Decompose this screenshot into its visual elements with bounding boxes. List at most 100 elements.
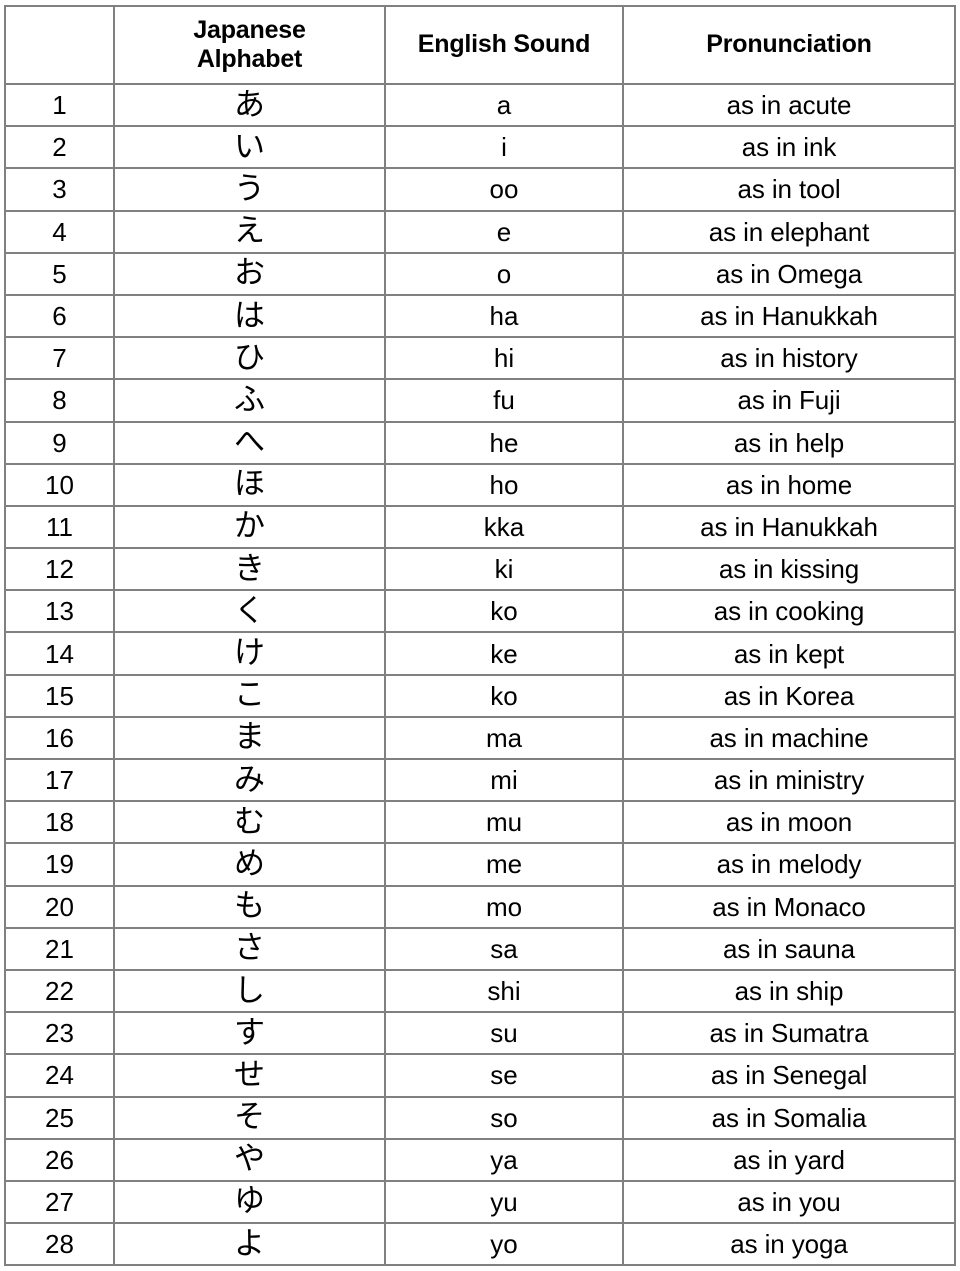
cell-index: 22 (4, 968, 115, 1014)
cell-kana: お (113, 251, 386, 296)
cell-pron: as in Hanukkah (622, 504, 956, 550)
cell-pron: as in cooking (622, 589, 956, 634)
cell-kana: く (113, 589, 386, 634)
cell-pron: as in kissing (622, 547, 956, 592)
cell-index: 1 (4, 82, 115, 128)
cell-pron: as in Fuji (622, 378, 956, 423)
cell-sound: ha (384, 293, 624, 339)
cell-sound: ke (384, 631, 624, 676)
cell-index: 19 (4, 842, 115, 887)
table-row: 15 こ ko as in Korea (4, 673, 956, 718)
cell-pron: as in ship (622, 968, 956, 1014)
table-header: Japanese Alphabet English Sound Pronunci… (4, 5, 956, 85)
cell-pron: as in Hanukkah (622, 293, 956, 339)
cell-index: 2 (4, 125, 115, 170)
cell-index: 12 (4, 547, 115, 592)
cell-kana: え (113, 209, 386, 254)
cell-sound: he (384, 420, 624, 465)
cell-kana: せ (113, 1053, 386, 1098)
cell-kana: き (113, 547, 386, 592)
cell-index: 3 (4, 167, 115, 212)
cell-pron: as in elephant (622, 209, 956, 254)
cell-pron: as in ministry (622, 757, 956, 803)
cell-sound: ko (384, 589, 624, 634)
cell-sound: su (384, 1011, 624, 1056)
cell-sound: ho (384, 462, 624, 507)
cell-pron: as in Somalia (622, 1095, 956, 1140)
cell-index: 13 (4, 589, 115, 634)
cell-pron: as in tool (622, 167, 956, 212)
table-row: 14 け ke as in kept (4, 631, 956, 676)
table-row: 21 さ sa as in sauna (4, 926, 956, 971)
table-row: 17 み mi as in ministry (4, 757, 956, 803)
cell-index: 16 (4, 715, 115, 761)
cell-pron: as in Senegal (622, 1053, 956, 1098)
cell-kana: み (113, 757, 386, 803)
cell-index: 6 (4, 293, 115, 339)
cell-index: 27 (4, 1179, 115, 1225)
cell-kana: ひ (113, 336, 386, 381)
cell-pron: as in sauna (622, 926, 956, 971)
cell-index: 9 (4, 420, 115, 465)
cell-sound: fu (384, 378, 624, 423)
cell-sound: shi (384, 968, 624, 1014)
cell-index: 26 (4, 1137, 115, 1182)
cell-pron: as in acute (622, 82, 956, 128)
cell-kana: し (113, 968, 386, 1014)
cell-index: 11 (4, 504, 115, 550)
table-row: 13 く ko as in cooking (4, 589, 956, 634)
cell-kana: め (113, 842, 386, 887)
cell-index: 10 (4, 462, 115, 507)
cell-kana: む (113, 800, 386, 845)
cell-index: 28 (4, 1222, 115, 1267)
table-row: 9 へ he as in help (4, 420, 956, 465)
cell-kana: さ (113, 926, 386, 971)
column-header-japanese-alphabet-line2: Alphabet (196, 45, 303, 73)
cell-sound: mi (384, 757, 624, 803)
cell-sound: ya (384, 1137, 624, 1182)
column-header-japanese-alphabet: Japanese Alphabet (113, 5, 386, 85)
cell-sound: se (384, 1053, 624, 1098)
cell-kana: ほ (113, 462, 386, 507)
cell-sound: oo (384, 167, 624, 212)
table-row: 19 め me as in melody (4, 842, 956, 887)
cell-pron: as in help (622, 420, 956, 465)
cell-kana: ふ (113, 378, 386, 423)
table-row: 24 せ se as in Senegal (4, 1053, 956, 1098)
cell-index: 5 (4, 251, 115, 296)
cell-index: 7 (4, 336, 115, 381)
cell-sound: ko (384, 673, 624, 718)
cell-pron: as in Korea (622, 673, 956, 718)
column-header-japanese-alphabet-line1: Japanese (193, 15, 306, 44)
cell-index: 15 (4, 673, 115, 718)
cell-kana: こ (113, 673, 386, 718)
cell-kana: い (113, 125, 386, 170)
cell-pron: as in kept (622, 631, 956, 676)
cell-index: 14 (4, 631, 115, 676)
table-row: 5 お o as in Omega (4, 251, 956, 296)
cell-kana: へ (113, 420, 386, 465)
japanese-alphabet-table: Japanese Alphabet English Sound Pronunci… (4, 5, 956, 1267)
table-row: 8 ふ fu as in Fuji (4, 378, 956, 423)
cell-sound: mu (384, 800, 624, 845)
cell-index: 4 (4, 209, 115, 254)
cell-kana: や (113, 1137, 386, 1182)
cell-pron: as in machine (622, 715, 956, 761)
cell-sound: mo (384, 884, 624, 929)
cell-sound: e (384, 209, 624, 254)
cell-sound: ki (384, 547, 624, 592)
table-row: 28 よ yo as in yoga (4, 1222, 956, 1267)
cell-kana: も (113, 884, 386, 929)
cell-pron: as in Sumatra (622, 1011, 956, 1056)
table-row: 22 し shi as in ship (4, 968, 956, 1014)
column-header-index (4, 5, 115, 85)
table-row: 25 そ so as in Somalia (4, 1095, 956, 1140)
column-header-english-sound: English Sound (384, 5, 624, 85)
cell-index: 24 (4, 1053, 115, 1098)
cell-pron: as in yoga (622, 1222, 956, 1267)
cell-sound: i (384, 125, 624, 170)
table-row: 7 ひ hi as in history (4, 336, 956, 381)
cell-index: 17 (4, 757, 115, 803)
cell-sound: hi (384, 336, 624, 381)
cell-index: 25 (4, 1095, 115, 1140)
